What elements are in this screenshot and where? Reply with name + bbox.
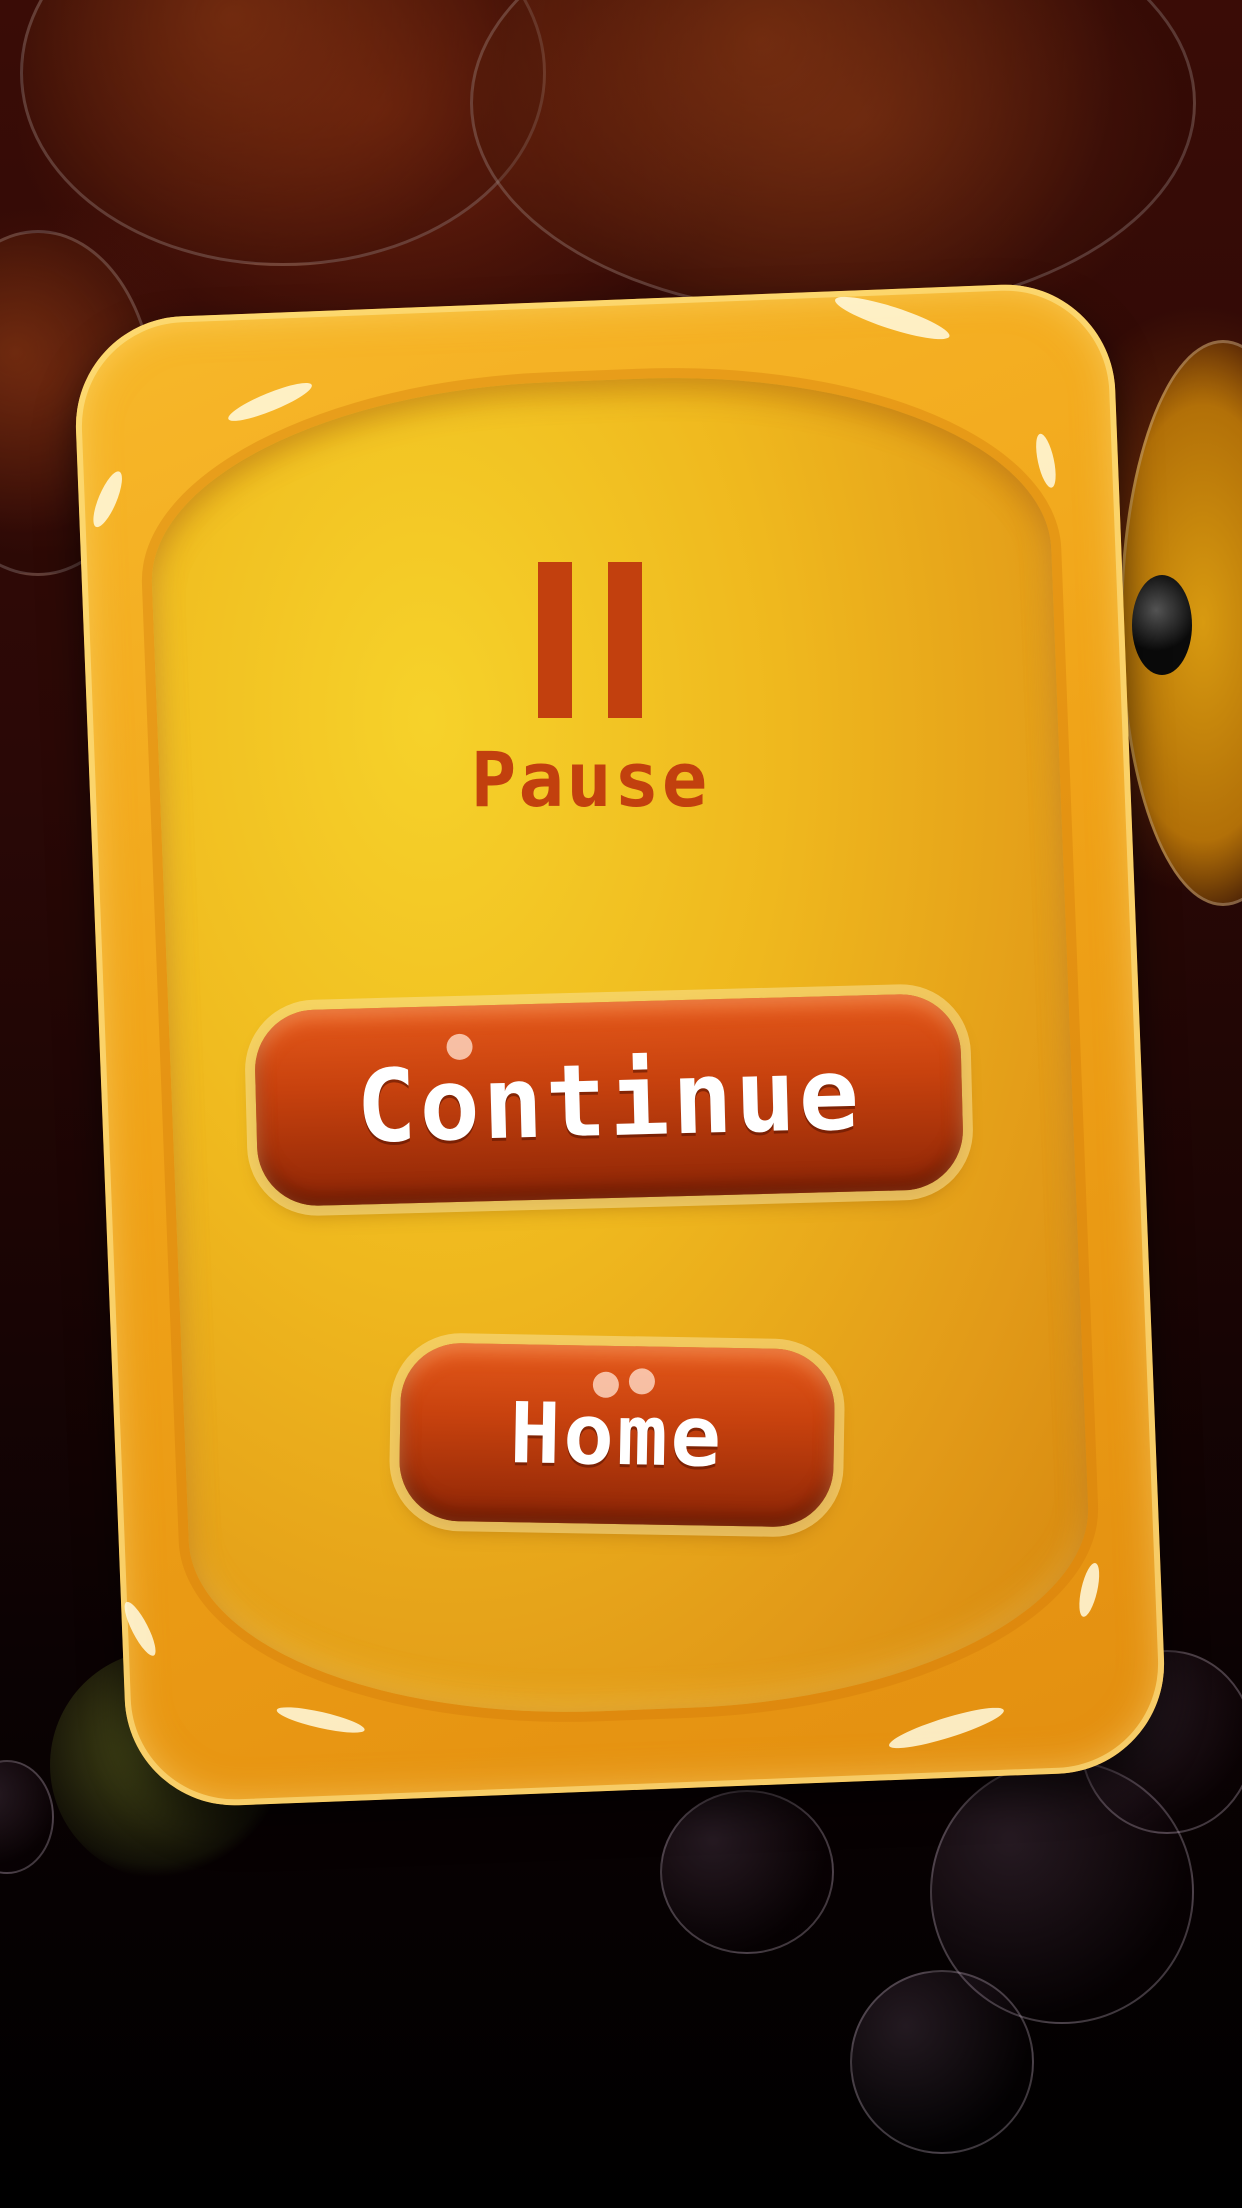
home-button[interactable]: Home	[398, 1342, 836, 1528]
background-bubble	[850, 1970, 1034, 2154]
background-bubble	[0, 1760, 54, 1874]
pause-icon	[538, 562, 642, 718]
home-button-label: Home	[509, 1384, 725, 1486]
background-cell-top-right	[470, 0, 1196, 316]
panel-gloss	[886, 1700, 1007, 1756]
background-bubble	[660, 1790, 834, 1954]
background-cell-top-left	[20, 0, 546, 266]
continue-button-label: Continue	[354, 1034, 864, 1166]
continue-button[interactable]: Continue	[253, 992, 965, 1208]
panel-gloss	[119, 1598, 161, 1660]
pause-icon-bar-left	[538, 562, 572, 718]
panel-gloss	[275, 1702, 367, 1738]
background-creature-pupil	[1132, 575, 1192, 675]
game-background: Pause Continue Home	[0, 0, 1242, 2208]
panel-gloss	[1032, 432, 1060, 490]
panel-gloss	[224, 376, 316, 428]
panel-gloss	[1075, 1561, 1104, 1619]
panel-gloss	[87, 468, 128, 531]
panel-gloss	[831, 289, 953, 347]
pause-icon-bar-right	[608, 562, 642, 718]
pause-title: Pause	[470, 735, 710, 824]
